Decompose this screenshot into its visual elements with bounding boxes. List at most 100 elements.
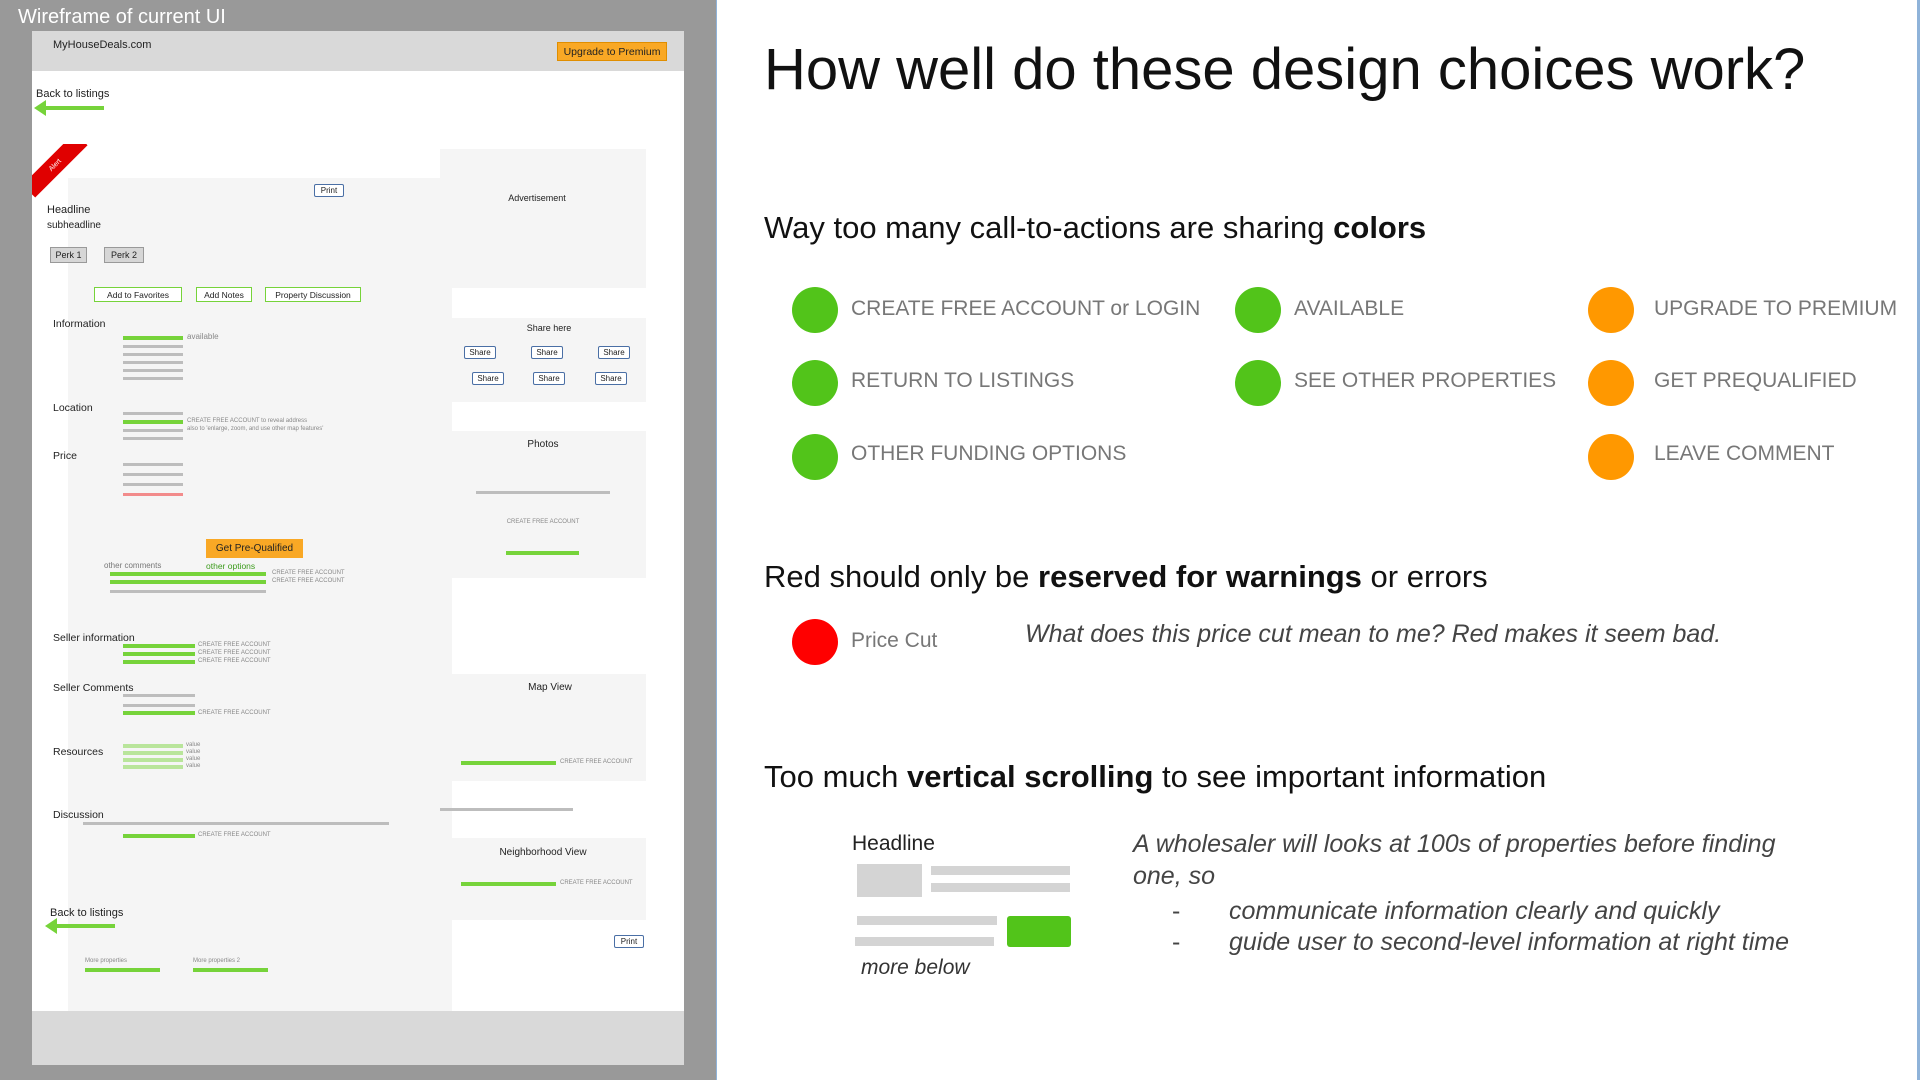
site-name: MyHouseDeals.com [53, 39, 152, 51]
discussion-line [83, 822, 389, 825]
resource-value: value [186, 749, 201, 755]
print-button-bottom[interactable]: Print [614, 935, 644, 948]
info-line [123, 377, 183, 380]
alert-ribbon-container: Alert [32, 144, 92, 204]
price-cut-label: Price Cut [851, 629, 938, 652]
cta-create-account: CREATE FREE ACCOUNT or LOGIN [851, 297, 1201, 320]
share-here-label: Share here [526, 323, 572, 333]
cta-get-prequalified: GET PREQUALIFIED [1654, 369, 1857, 392]
get-prequalified-button[interactable]: Get Pre-Qualified [206, 539, 303, 558]
scroll-heading-bold: vertical scrolling [907, 759, 1154, 794]
share-button[interactable]: Share [533, 372, 565, 385]
sidebar-divider [440, 808, 573, 811]
neighborhood-view-label: Neighborhood View [499, 847, 587, 858]
seller-comments-create-account: CREATE FREE ACCOUNT [198, 710, 271, 716]
mini-layout-headline: Headline [852, 832, 935, 855]
wireframe-page: MyHouseDeals.com Upgrade to Premium Back… [32, 31, 684, 1065]
cta-other-funding: OTHER FUNDING OPTIONS [851, 442, 1127, 465]
neighborhood-view-box: Neighborhood View CREATE FREE ACCOUNT [440, 838, 646, 920]
print-button-top[interactable]: Print [314, 184, 344, 197]
cta-return-to-listings: RETURN TO LISTINGS [851, 369, 1075, 392]
location-cta-bar[interactable] [123, 420, 183, 424]
seller-cta-bar[interactable] [123, 660, 195, 664]
neighborhood-cta-bar[interactable] [461, 882, 556, 886]
resource-value: value [186, 763, 201, 769]
red-heading-prefix: Red should only be [764, 559, 1039, 594]
wholesaler-note-line1: A wholesaler will looks at 100s of prope… [1133, 830, 1776, 858]
location-note-2: also to 'enlarge, zoom, and use other ma… [187, 426, 324, 432]
property-discussion-button[interactable]: Property Discussion [265, 287, 361, 302]
seller-cta-bar[interactable] [123, 652, 195, 656]
mini-text-line [931, 883, 1070, 892]
section-resources-label: Resources [53, 746, 104, 758]
share-button[interactable]: Share [472, 372, 504, 385]
cta-available: AVAILABLE [1294, 297, 1405, 320]
price-line [123, 463, 183, 466]
map-view-box: Map View CREATE FREE ACCOUNT [440, 674, 646, 781]
upgrade-premium-button[interactable]: Upgrade to Premium [557, 42, 667, 61]
availability-bar [123, 336, 183, 340]
location-line [123, 412, 183, 415]
map-cta-bar[interactable] [461, 761, 556, 765]
add-to-favorites-button[interactable]: Add to Favorites [94, 287, 182, 302]
more-properties-2-label: More properties 2 [193, 958, 241, 964]
share-button[interactable]: Share [464, 346, 496, 359]
resource-bar [123, 765, 183, 769]
photos-box: Photos CREATE FREE ACCOUNT [440, 431, 646, 578]
perk-1-button[interactable]: Perk 1 [50, 247, 87, 263]
photos-cta-bar[interactable] [506, 551, 579, 555]
discussion-create-account: CREATE FREE ACCOUNT [198, 832, 271, 838]
info-line [123, 353, 183, 356]
more-below-label: more below [861, 956, 970, 979]
share-button[interactable]: Share [531, 346, 563, 359]
colors-heading-prefix: Way too many call-to-actions are sharing [764, 210, 1334, 245]
resource-value: value [186, 756, 201, 762]
slide-title: How well do these design choices work? [764, 37, 1806, 102]
location-note-1: CREATE FREE ACCOUNT to reveal address [187, 418, 308, 424]
share-button[interactable]: Share [595, 372, 627, 385]
scroll-heading: Too much vertical scrolling to see impor… [764, 759, 1546, 795]
seller-comments-cta-bar[interactable] [123, 711, 195, 715]
add-notes-button[interactable]: Add Notes [196, 287, 252, 302]
mini-cta-button [1007, 916, 1071, 947]
scroll-heading-suffix: to see important information [1153, 759, 1547, 794]
more-properties-1-label: More properties [85, 958, 128, 964]
red-heading-suffix: or errors [1361, 559, 1488, 594]
section-seller-information-label: Seller information [53, 632, 135, 644]
perk-2-button[interactable]: Perk 2 [104, 247, 144, 263]
info-line [123, 369, 183, 372]
advertisement-label: Advertisement [508, 193, 566, 203]
wireframe-header: MyHouseDeals.com Upgrade to Premium [32, 31, 684, 71]
advertisement-box: Advertisement [440, 149, 646, 288]
price-line [123, 473, 183, 476]
more-properties-2-link[interactable] [193, 968, 268, 972]
orange-dot-icon [1588, 434, 1634, 480]
discussion-cta-bar[interactable] [123, 834, 195, 838]
cta-upgrade-premium: UPGRADE TO PREMIUM [1654, 297, 1898, 320]
colors-heading: Way too many call-to-actions are sharing… [764, 210, 1426, 246]
orange-dot-icon [1588, 287, 1634, 333]
more-properties-1-link[interactable] [85, 968, 160, 972]
price-cut-note: What does this price cut mean to me? Red… [1025, 620, 1722, 648]
mini-text-line [855, 937, 994, 946]
info-line [123, 345, 183, 348]
green-dot-icon [792, 360, 838, 406]
comments-create-account: CREATE FREE ACCOUNT [272, 570, 345, 576]
panel-divider [716, 0, 717, 1080]
cta-leave-comment: LEAVE COMMENT [1654, 442, 1835, 465]
info-line [123, 361, 183, 364]
comments-cta-bar[interactable] [110, 580, 266, 584]
alert-ribbon: Alert [32, 144, 88, 198]
comments-cta-bar[interactable] [110, 572, 266, 576]
seller-cta-bar[interactable] [123, 644, 195, 648]
available-text: available [187, 332, 219, 341]
wholesaler-note-line2: one, so [1133, 862, 1216, 890]
green-dot-icon [792, 434, 838, 480]
seller-comments-line [123, 704, 195, 707]
other-options-link[interactable]: other options [206, 561, 255, 571]
seller-create-account: CREATE FREE ACCOUNT [198, 650, 271, 656]
share-button[interactable]: Share [598, 346, 630, 359]
red-heading: Red should only be reserved for warnings… [764, 559, 1488, 595]
resource-bar [123, 751, 183, 755]
resource-value: value [186, 742, 201, 748]
